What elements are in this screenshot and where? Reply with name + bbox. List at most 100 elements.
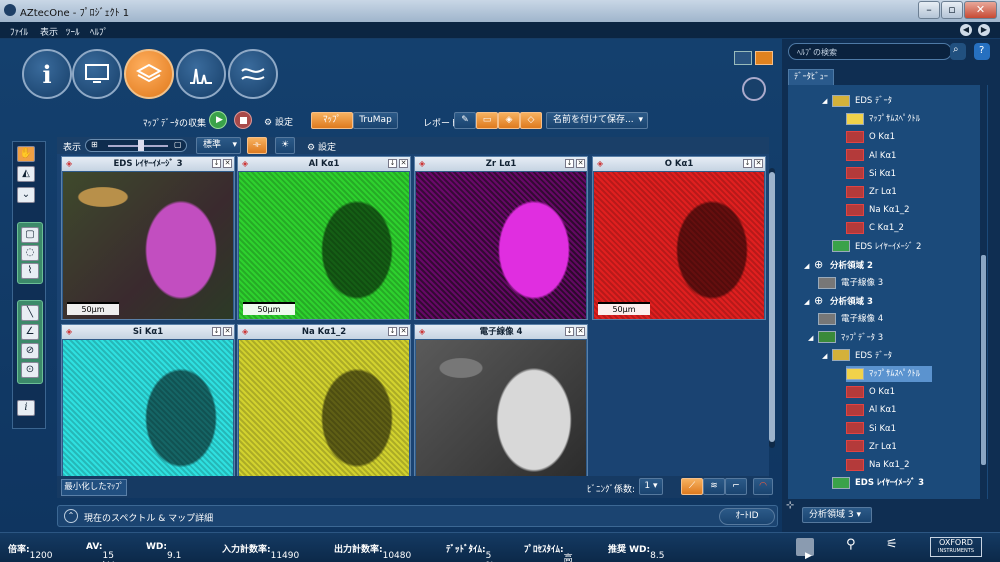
close-icon[interactable]: ✕ (754, 159, 763, 168)
collapse-icon[interactable]: ◢ (822, 93, 832, 109)
binning-select[interactable]: 1 ▾ (639, 478, 663, 495)
line-tool-icon[interactable]: ╲ (21, 305, 39, 321)
tree-item[interactable]: Zr Lα1 (846, 439, 897, 455)
region-select[interactable]: 分析領域 3 ▾ (802, 507, 872, 523)
tree-item[interactable]: ﾏｯﾌﾟｻﾑｽﾍﾟｸﾄﾙ (846, 111, 920, 127)
expand-icon[interactable]: ⌃ (64, 509, 78, 523)
rect-roi-icon[interactable]: ▢ (21, 227, 39, 243)
tree-item[interactable]: ﾏｯﾌﾟｻﾑｽﾍﾟｸﾄﾙ (846, 366, 933, 382)
report-screen-button[interactable]: ▭ (476, 112, 498, 129)
linescan-nav-button[interactable] (228, 49, 278, 99)
collapse-icon[interactable]: ◢ (808, 330, 818, 346)
collapse-icon[interactable]: ◢ (822, 348, 832, 364)
report-layer-button[interactable]: ◈ (498, 112, 520, 129)
tree-item[interactable]: 電子線像 4 (818, 311, 883, 327)
menu-help[interactable]: ﾍﾙﾌﾟ (90, 25, 108, 38)
report-edit-button[interactable]: ✎ (454, 112, 476, 129)
close-icon[interactable]: ✕ (399, 159, 408, 168)
angle-tool-icon[interactable]: ∠ (21, 324, 39, 340)
preset-select[interactable]: 標準 ▾ (196, 137, 241, 154)
trumap-mode-button[interactable]: TruMap (353, 112, 398, 129)
map-nav-button[interactable] (124, 49, 174, 99)
color-palette-button[interactable]: ◠ (753, 478, 773, 495)
tree-item[interactable]: O Kα1 (846, 384, 895, 400)
report-code-button[interactable]: ◇ (520, 112, 542, 129)
view-settings-link[interactable]: ⚙ 設定 (307, 140, 336, 153)
point-tool-icon[interactable]: ⊙ (21, 362, 39, 378)
minimized-maps-tab[interactable]: 最小化したﾏｯﾌﾟ (61, 479, 127, 496)
tree-item[interactable]: Zr Lα1 (846, 184, 897, 200)
zoom-slider[interactable]: ⊞ ▢ (85, 139, 187, 152)
collapse-icon[interactable]: ◢ (804, 294, 814, 310)
probe-icon[interactable]: ⚟ (886, 537, 898, 552)
map-tile[interactable]: Zr Lα1 ◈ ↓ ✕ (414, 156, 588, 320)
tree-scrollbar-thumb[interactable] (981, 255, 986, 465)
tree-item[interactable]: O Kα1 (846, 129, 895, 145)
close-icon[interactable]: ✕ (223, 159, 232, 168)
ellipse-roi-icon[interactable]: ◌ (21, 245, 39, 261)
scan-tool-icon[interactable]: ◭ (17, 166, 35, 182)
crosshair-toggle[interactable]: ⟛ (247, 137, 267, 154)
scrollbar[interactable] (769, 168, 775, 448)
tree-item[interactable]: Si Kα1 (846, 166, 896, 182)
minimize-button[interactable]: – (918, 1, 940, 19)
tree-item[interactable]: ◢ EDS ﾃﾞｰﾀ (822, 348, 892, 364)
tree-item[interactable]: ◢ EDS ﾃﾞｰﾀ (822, 93, 892, 109)
stop-button[interactable] (234, 111, 252, 129)
grid-layout-button[interactable] (755, 51, 773, 65)
close-icon[interactable]: ✕ (576, 159, 585, 168)
download-icon[interactable]: ↓ (388, 159, 397, 168)
close-icon[interactable]: ✕ (399, 327, 408, 336)
tree-item[interactable]: Na Kα1_2 (846, 202, 910, 218)
image-nav-button[interactable] (72, 49, 122, 99)
map-tile[interactable]: Si Kα1 ◈ ↓ ✕ (61, 324, 235, 488)
maximize-button[interactable]: ▫ (941, 1, 963, 19)
tree-item[interactable]: 電子線像 3 (818, 275, 883, 291)
auto-id-button[interactable]: ｵｰﾄID (719, 508, 775, 525)
info-tool-icon[interactable]: i (17, 400, 35, 416)
map-tile[interactable]: 電子線像 4 ◈ ↓ ✕ (414, 324, 588, 488)
tree-item[interactable]: Na Kα1_2 (846, 457, 910, 473)
tree-item[interactable]: C Kα1_2 (846, 220, 904, 236)
tree-item[interactable]: Al Kα1 (846, 148, 896, 164)
circle-tool-icon[interactable]: ⊘ (21, 343, 39, 359)
download-icon[interactable]: ↓ (565, 159, 574, 168)
map-tile[interactable]: Al Kα1 ◈ ↓ ✕ 50µm (237, 156, 411, 320)
menu-view[interactable]: 表示 (40, 25, 58, 38)
menu-tools[interactable]: ﾂｰﾙ (66, 25, 80, 38)
scrollbar-thumb[interactable] (769, 172, 775, 442)
single-layout-button[interactable] (734, 51, 752, 65)
map-tile[interactable]: Na Kα1_2 ◈ ↓ ✕ (237, 324, 411, 488)
download-icon[interactable]: ↓ (565, 327, 574, 336)
map-mode-button[interactable]: ﾏｯﾌﾟ (311, 112, 353, 129)
info-nav-button[interactable]: i (22, 49, 72, 99)
map-tile[interactable]: O Kα1 ◈ ↓ ✕ 50µm (592, 156, 766, 320)
select-tool-icon[interactable]: ⌄ (17, 187, 35, 203)
brightness-toggle[interactable]: ☀ (275, 137, 295, 154)
tree-item[interactable]: ◢ ﾏｯﾌﾟﾃﾞｰﾀ 3 (808, 330, 883, 346)
stage-icon[interactable]: ⚲ (846, 537, 856, 552)
freehand-roi-icon[interactable]: ⌇ (21, 263, 39, 279)
map-tile[interactable]: EDS ﾚｲﾔｰｲﾒｰｼﾞ 3 ◈ ↓ ✕ 50µm (61, 156, 235, 320)
download-icon[interactable]: ↓ (743, 159, 752, 168)
tree-item[interactable]: ◢ ⊕ 分析領域 2 (804, 257, 873, 273)
tree-item[interactable]: Si Kα1 (846, 421, 896, 437)
download-icon[interactable]: ↓ (212, 327, 221, 336)
save-as-button[interactable]: 名前を付けて保存... ▾ (546, 112, 648, 129)
chart-mode-2-button[interactable]: ≋ (703, 478, 725, 495)
gauge-icon[interactable] (742, 77, 766, 101)
help-search-input[interactable]: ﾍﾙﾌﾟの検索 (788, 43, 952, 60)
data-view-tab[interactable]: ﾃﾞｰﾀﾋﾞｭｰ (788, 69, 834, 85)
chart-mode-1-button[interactable]: ⟋ (681, 478, 703, 495)
close-icon[interactable]: ✕ (576, 327, 585, 336)
close-icon[interactable]: ✕ (223, 327, 232, 336)
pan-tool-icon[interactable]: ✋ (17, 146, 35, 162)
spectrum-nav-button[interactable] (176, 49, 226, 99)
tree-scrollbar[interactable] (980, 85, 987, 499)
collapse-icon[interactable]: ◢ (804, 258, 814, 274)
download-icon[interactable]: ↓ (388, 327, 397, 336)
back-icon[interactable]: ◀ (960, 24, 972, 36)
search-button[interactable]: ⌕ (950, 43, 966, 60)
help-button[interactable]: ? (974, 43, 990, 60)
download-icon[interactable]: ↓ (212, 159, 221, 168)
